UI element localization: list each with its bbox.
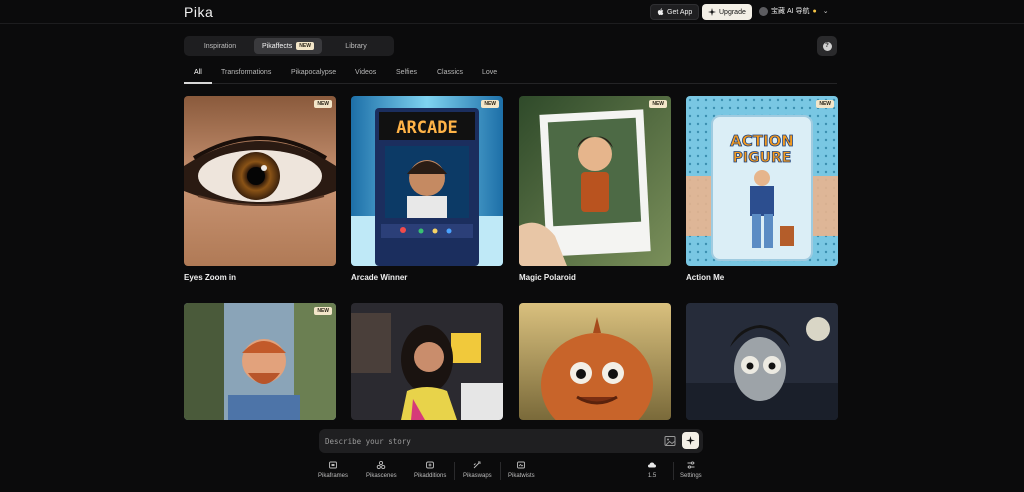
category-selfies[interactable]: Selfies (396, 69, 417, 76)
new-badge: NEW (314, 307, 332, 315)
tab-pikaffects[interactable]: Pikaffects NEW (254, 38, 322, 54)
swaps-icon (474, 461, 481, 469)
upgrade-label: Upgrade (719, 8, 746, 16)
card-thumbnail[interactable] (686, 303, 838, 420)
get-app-label: Get App (667, 8, 693, 16)
polaroid-image (519, 96, 671, 266)
tool-label: Pikaframes (318, 473, 349, 479)
image-upload-icon[interactable] (664, 435, 676, 447)
card-thumbnail[interactable]: NEW (184, 303, 336, 420)
figure-title-text: PIGURE (733, 150, 792, 166)
upgrade-button[interactable]: Upgrade (702, 4, 752, 20)
category-love[interactable]: Love (482, 69, 497, 76)
tool-label: Pikatwists (508, 473, 535, 479)
avatar (759, 6, 768, 16)
generate-button[interactable] (682, 432, 699, 449)
settings-icon (687, 461, 695, 469)
new-badge: NEW (649, 100, 667, 108)
help-button[interactable]: ? (817, 36, 837, 56)
user-menu[interactable]: 宝藏 AI 导航 ● ⌄ (759, 6, 829, 16)
arcade-marquee-text: ARCADE (396, 118, 457, 138)
active-tab-indicator (184, 82, 212, 84)
tab-label: Library (345, 42, 367, 50)
eye-closeup-image (184, 96, 336, 266)
twists-icon (517, 461, 526, 469)
card-thumbnail[interactable] (351, 303, 503, 420)
get-app-button[interactable]: Get App (650, 4, 700, 20)
card-title: Magic Polaroid (519, 273, 576, 282)
man-portrait-image (184, 303, 336, 420)
status-dot-icon: ● (812, 7, 817, 15)
arcade-machine-image: ARCADE (351, 96, 503, 266)
tool-pikaswaps[interactable]: Pikaswaps (463, 460, 492, 479)
woman-portrait-image (351, 303, 503, 420)
story-prompt-bar (319, 429, 703, 453)
card-title: Eyes Zoom in (184, 273, 237, 282)
card-thumbnail[interactable]: NEW (519, 96, 671, 266)
card-thumbnail[interactable]: ARCADE NEW (351, 96, 503, 266)
apple-icon (657, 8, 664, 16)
user-name: 宝藏 AI 导航 (771, 8, 810, 15)
tab-label: Inspiration (203, 42, 237, 50)
tool-pikaframes[interactable]: Pikaframes (318, 460, 348, 479)
chevron-down-icon: ⌄ (822, 8, 829, 15)
settings-button[interactable]: Settings (680, 460, 702, 479)
tab-library[interactable]: Library (322, 38, 390, 54)
new-badge: NEW (816, 100, 834, 108)
card-title: Action Me (686, 273, 725, 282)
model-version-label: 1.5 (647, 473, 657, 479)
category-classics[interactable]: Classics (437, 69, 463, 76)
orange-monster-image (519, 303, 671, 420)
help-icon: ? (822, 41, 832, 51)
new-badge: NEW (296, 42, 314, 50)
tool-divider (500, 462, 501, 480)
tool-label: Pikadditions (414, 473, 447, 479)
main-tabs: Inspiration Pikaffects NEW Library (184, 36, 394, 56)
action-title-text: ACTION (730, 132, 794, 150)
tool-pikatwists[interactable]: Pikatwists (508, 460, 535, 479)
story-prompt-input[interactable] (325, 433, 655, 449)
category-pikapocalypse[interactable]: Pikapocalypse (291, 69, 336, 76)
spooky-character-image (686, 303, 838, 420)
frames-icon (329, 461, 337, 469)
new-badge: NEW (314, 100, 332, 108)
new-badge: NEW (481, 100, 499, 108)
tool-divider (454, 462, 455, 480)
additions-icon (426, 461, 435, 469)
tool-divider (673, 462, 674, 480)
tool-label: Pikascenes (366, 473, 397, 479)
card-thumbnail[interactable] (519, 303, 671, 420)
category-transformations[interactable]: Transformations (221, 69, 271, 76)
card-thumbnail[interactable]: NEW (184, 96, 336, 266)
category-all[interactable]: All (194, 69, 202, 76)
card-thumbnail[interactable]: ACTION PIGURE NEW (686, 96, 838, 266)
category-videos[interactable]: Videos (355, 69, 376, 76)
tool-pikascenes[interactable]: Pikascenes (366, 460, 397, 479)
tool-label: Settings (680, 473, 702, 479)
category-tabs: All Transformations Pikapocalypse Videos… (184, 66, 837, 84)
tool-label: Pikaswaps (463, 473, 492, 479)
sparkle-icon (708, 8, 716, 16)
cloud-icon (648, 462, 656, 468)
scenes-icon (377, 460, 386, 470)
action-figure-image: ACTION PIGURE (686, 96, 838, 266)
pika-logo[interactable]: Pika (184, 4, 213, 20)
sparkle-icon (686, 436, 695, 445)
model-version-selector[interactable]: 1.5 (647, 460, 657, 479)
top-bar: Pika Get App Upgrade 宝藏 AI 导航 ● ⌄ (0, 0, 1024, 24)
tab-label: Pikaffects (262, 42, 293, 50)
tab-inspiration[interactable]: Inspiration (186, 38, 254, 54)
card-title: Arcade Winner (351, 273, 408, 282)
tool-pikadditions[interactable]: Pikadditions (414, 460, 446, 479)
